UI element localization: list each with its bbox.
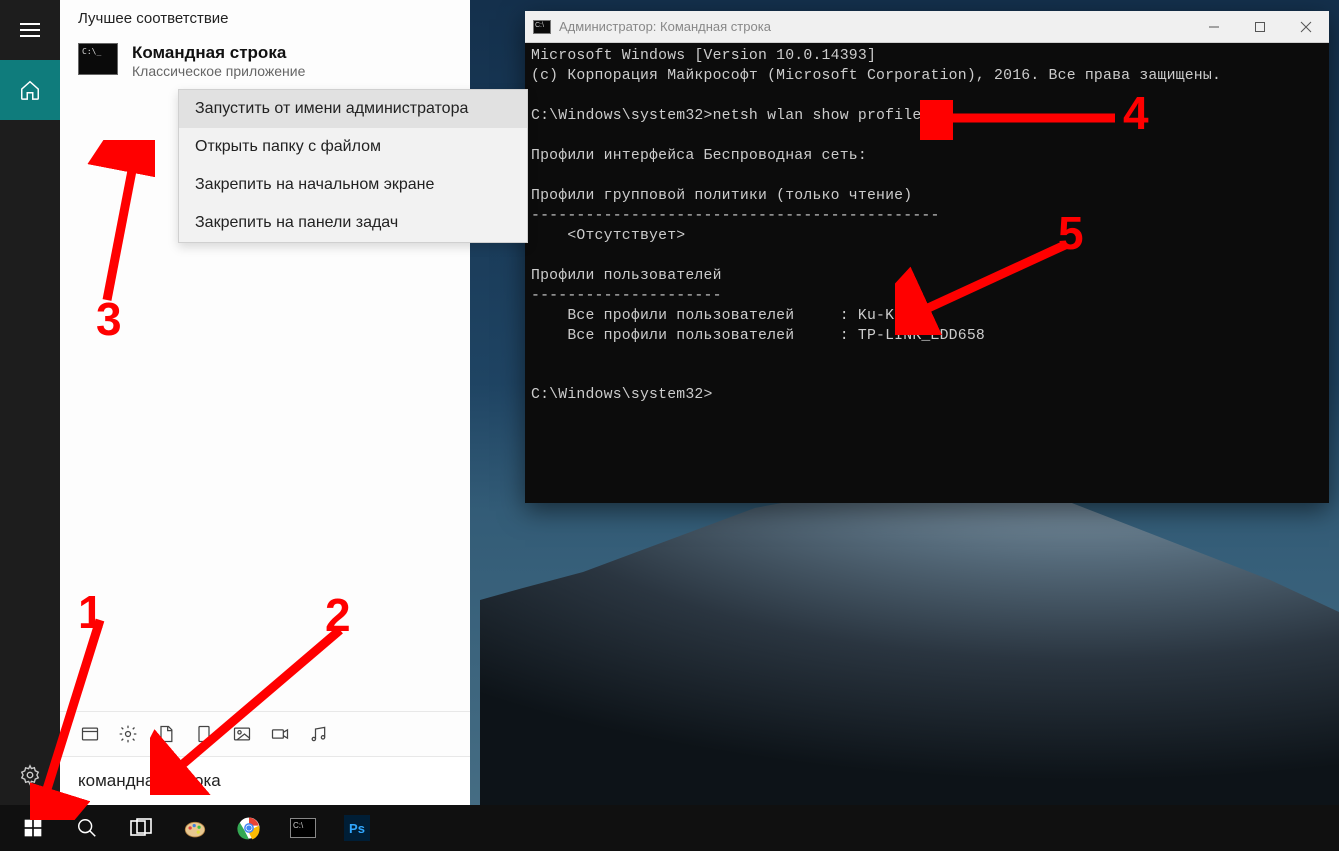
task-view-button[interactable] — [114, 805, 168, 851]
close-button[interactable] — [1283, 11, 1329, 43]
result-title: Командная строка — [132, 43, 305, 63]
taskbar: C:\ Ps — [0, 805, 1339, 851]
window-titlebar[interactable]: C:\ Администратор: Командная строка — [525, 11, 1329, 43]
context-open-file-location[interactable]: Открыть папку с файлом — [179, 128, 527, 166]
cmd-window-icon: C:\ — [533, 20, 551, 34]
window-title: Администратор: Командная строка — [559, 19, 771, 34]
arrow-2 — [150, 615, 360, 795]
best-match-header: Лучшее соответствие — [60, 0, 470, 37]
arrow-1 — [30, 610, 120, 820]
taskbar-chrome[interactable] — [222, 805, 276, 851]
annotation-2: 2 — [325, 588, 351, 642]
context-pin-to-taskbar[interactable]: Закрепить на панели задач — [179, 204, 527, 242]
arrow-5 — [895, 235, 1085, 335]
context-run-as-admin[interactable]: Запустить от имени администратора — [179, 90, 527, 128]
cmd-icon: C:\_ — [78, 43, 118, 75]
hamburger-button[interactable] — [0, 0, 60, 60]
taskbar-cmd[interactable]: C:\ — [276, 805, 330, 851]
taskbar-photoshop[interactable]: Ps — [330, 805, 384, 851]
arrow-3 — [85, 140, 155, 310]
annotation-1: 1 — [78, 585, 104, 639]
maximize-button[interactable] — [1237, 11, 1283, 43]
search-result[interactable]: C:\_ Командная строка Классическое прило… — [60, 37, 470, 87]
context-pin-to-start[interactable]: Закрепить на начальном экране — [179, 166, 527, 204]
taskbar-paint[interactable] — [168, 805, 222, 851]
minimize-button[interactable] — [1191, 11, 1237, 43]
home-button[interactable] — [0, 60, 60, 120]
context-menu: Запустить от имени администратора Открыт… — [178, 89, 528, 243]
result-subtitle: Классическое приложение — [132, 63, 305, 79]
annotation-3: 3 — [96, 292, 122, 346]
annotation-4: 4 — [1123, 86, 1149, 140]
annotation-5: 5 — [1058, 206, 1084, 260]
arrow-4 — [920, 100, 1130, 140]
